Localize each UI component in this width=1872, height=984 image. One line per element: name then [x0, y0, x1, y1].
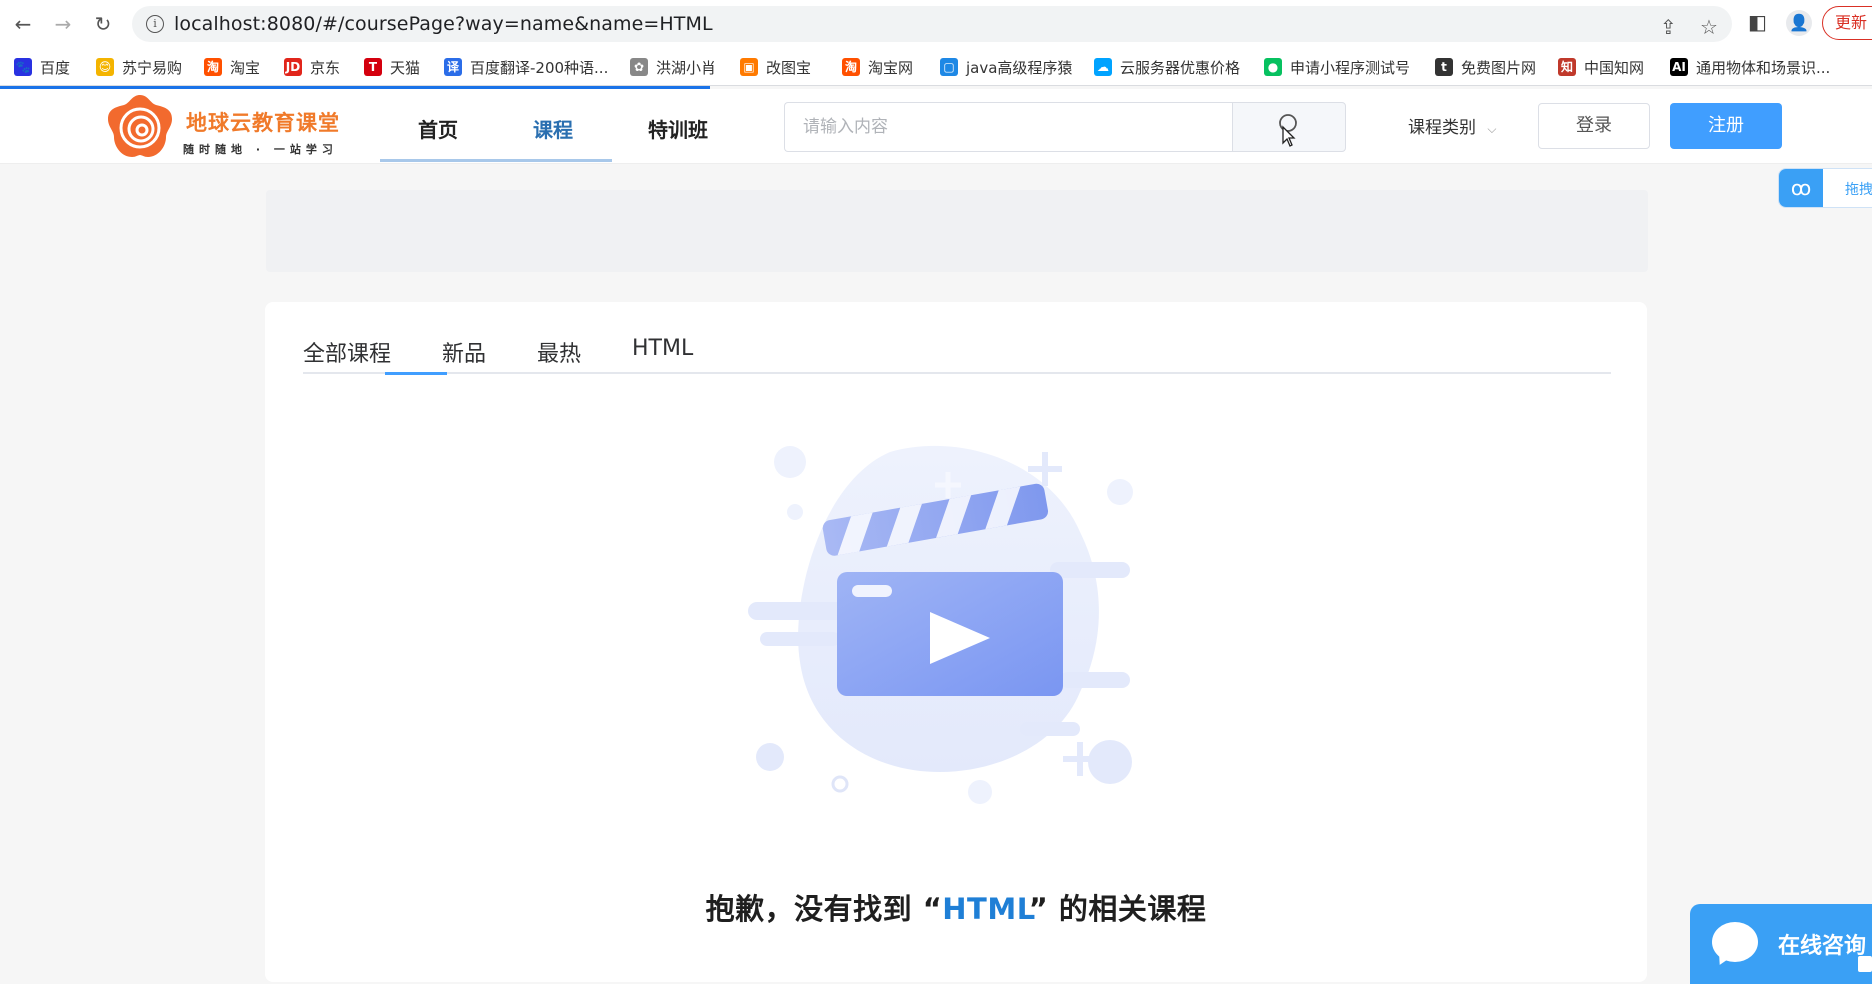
nav-courses[interactable]: 课程: [533, 114, 573, 143]
login-button[interactable]: 登录: [1538, 103, 1650, 149]
chat-close-icon[interactable]: [1858, 956, 1872, 972]
bookmark-item[interactable]: 淘淘宝: [204, 56, 260, 78]
bookmark-item[interactable]: AI 通用物体和场景识...: [1670, 56, 1830, 78]
tab-hot[interactable]: 最热: [537, 336, 581, 368]
bookmark-label: 天猫: [390, 58, 421, 77]
bookmark-label: 百度翻译-200种语...: [470, 58, 609, 77]
bookmark-favicon-icon: ☁: [1094, 58, 1112, 76]
bookmark-favicon-icon: 译: [444, 58, 462, 76]
bookmark-item[interactable]: ✿ 洪湖小肖: [630, 56, 716, 78]
bookmark-item[interactable]: 知中国知网: [1558, 56, 1644, 78]
bookmark-favicon-icon: ▣: [740, 58, 758, 76]
register-button[interactable]: 注册: [1670, 103, 1782, 149]
chat-bubble-icon: [1712, 922, 1758, 962]
bookmark-favicon-icon: ●: [1264, 58, 1282, 76]
bookmark-favicon-icon: T: [364, 58, 382, 76]
tab-active-indicator: [385, 372, 447, 375]
bookmark-item[interactable]: ● 申请小程序测试号: [1264, 56, 1410, 78]
bookmark-label: 洪湖小肖: [656, 58, 717, 77]
bookmark-label: 通用物体和场景识...: [1696, 58, 1831, 77]
bookmark-favicon-icon: 😊: [96, 58, 114, 76]
bookmark-favicon-icon: 知: [1558, 58, 1576, 76]
url-text[interactable]: localhost:8080/#/coursePage?way=name&nam…: [174, 13, 713, 35]
bookmark-item[interactable]: ▢ java高级程序猿: [940, 56, 1072, 78]
search-icon: [1279, 114, 1297, 147]
course-card: 全部课程 新品 最热 HTML 抱歉，没有找到 “HTML” 的相关课程: [265, 302, 1647, 982]
tab-new[interactable]: 新品: [442, 336, 486, 368]
tab-all-courses[interactable]: 全部课程: [303, 336, 391, 368]
bookmark-favicon-icon: 🐾: [14, 58, 32, 76]
back-icon[interactable]: ←: [10, 11, 36, 37]
bookmark-label: 淘宝网: [868, 58, 914, 77]
bookmark-label: 苏宁易购: [122, 58, 183, 77]
bookmark-favicon-icon: 淘: [204, 58, 222, 76]
share-icon[interactable]: ⇪: [1660, 15, 1677, 39]
bookmark-item[interactable]: JD 京东: [284, 56, 340, 78]
bookmark-item[interactable]: 译百度翻译-200种语...: [444, 56, 608, 78]
chevron-down-icon: ⌵: [1487, 122, 1497, 136]
forward-icon[interactable]: →: [50, 11, 76, 37]
site-info-icon[interactable]: i: [146, 15, 164, 33]
drag-widget[interactable]: ꝏ 拖拽: [1778, 168, 1872, 208]
nav-home[interactable]: 首页: [418, 114, 458, 143]
bookmark-star-icon[interactable]: ☆: [1700, 15, 1718, 39]
profile-icon[interactable]: 👤: [1786, 10, 1812, 36]
bookmark-label: 百度: [40, 58, 71, 77]
category-label: 课程类别: [1408, 118, 1476, 138]
bookmarks-bar: 🐾 百度 😊 苏宁易购淘淘宝 JD 京东 T 天猫译百度翻译-200种语... ✿ 洪湖小肖 ▣ 改图…: [0, 48, 1872, 86]
browser-toolbar: ← → ↻ i localhost:8080/#/coursePage?way=…: [0, 0, 1872, 48]
bookmark-favicon-icon: 淘: [842, 58, 860, 76]
bookmark-label: 中国知网: [1584, 58, 1645, 77]
update-button[interactable]: 更新: [1822, 6, 1872, 40]
nav-active-underline: [380, 159, 612, 162]
search-input[interactable]: 请输入内容: [784, 102, 1232, 152]
site-header: 地球云教育课堂 随时随地 · 一站学习 首页 课程 特训班 请输入内容 课程类别…: [0, 89, 1872, 164]
reload-icon[interactable]: ↻: [90, 11, 116, 37]
bookmark-item[interactable]: 淘淘宝网: [842, 56, 913, 78]
bookmark-favicon-icon: ▢: [940, 58, 958, 76]
side-panel-icon[interactable]: ◧: [1748, 10, 1767, 34]
bookmark-item[interactable]: ▣ 改图宝: [740, 56, 811, 78]
bookmark-item[interactable]: 😊 苏宁易购: [96, 56, 182, 78]
online-consult-widget[interactable]: 在线咨询: [1690, 904, 1872, 984]
online-consult-label: 在线咨询: [1778, 934, 1867, 959]
tab-html[interactable]: HTML: [632, 336, 693, 361]
bookmark-label: 云服务器优惠价格: [1120, 58, 1241, 77]
drag-widget-label: 拖拽: [1845, 182, 1872, 198]
bookmark-favicon-icon: t: [1435, 58, 1453, 76]
bookmark-label: 免费图片网: [1461, 58, 1537, 77]
nav-training[interactable]: 特训班: [648, 114, 708, 143]
address-bar[interactable]: i localhost:8080/#/coursePage?way=name&n…: [132, 6, 1732, 42]
bookmark-label: 京东: [310, 58, 341, 77]
logo-icon[interactable]: [104, 93, 176, 161]
empty-video-illustration: [748, 445, 1133, 804]
category-dropdown[interactable]: 课程类别 ⌵: [1408, 113, 1497, 138]
logo-title: 地球云教育课堂: [186, 111, 340, 135]
bookmark-label: 淘宝: [230, 58, 261, 77]
bookmark-label: java高级程序猿: [966, 58, 1073, 77]
logo-subtitle: 随时随地 · 一站学习: [183, 143, 338, 156]
bookmark-item[interactable]: 🐾 百度: [14, 56, 70, 78]
tabs-divider: [303, 372, 1611, 374]
bookmark-item[interactable]: T 天猫: [364, 56, 420, 78]
bookmark-label: 申请小程序测试号: [1290, 58, 1411, 77]
bookmark-label: 改图宝: [766, 58, 812, 77]
bookmark-item[interactable]: ☁ 云服务器优惠价格: [1094, 56, 1240, 78]
bookmark-favicon-icon: AI: [1670, 58, 1688, 76]
cloud-icon: ꝏ: [1779, 169, 1823, 207]
empty-msg-suffix: ” 的相关课程: [1028, 892, 1207, 926]
empty-msg-keyword: HTML: [942, 892, 1029, 926]
empty-msg-prefix: 抱歉，没有找到 “: [705, 892, 943, 926]
bookmark-favicon-icon: JD: [284, 58, 302, 76]
search-button[interactable]: [1232, 102, 1346, 152]
bookmark-item[interactable]: t 免费图片网: [1435, 56, 1536, 78]
banner-placeholder: [266, 190, 1648, 272]
empty-state-message: 抱歉，没有找到 “HTML” 的相关课程: [265, 886, 1647, 928]
bookmark-favicon-icon: ✿: [630, 58, 648, 76]
